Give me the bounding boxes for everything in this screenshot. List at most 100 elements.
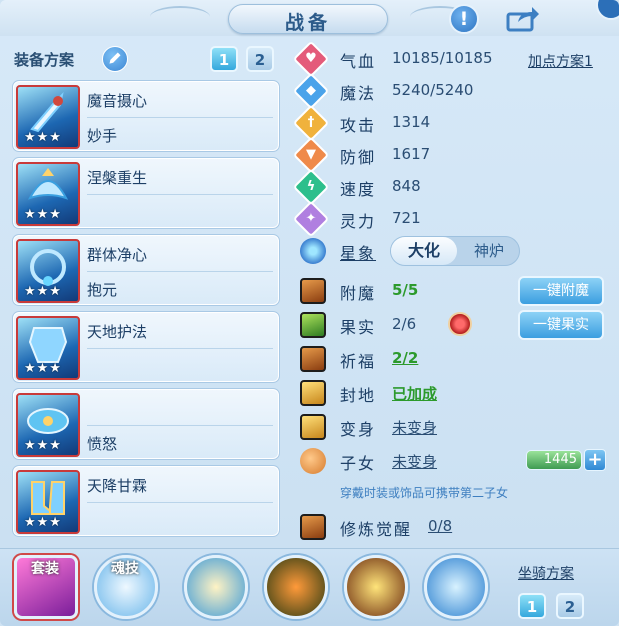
equipment-skill-name: 涅槃重生: [87, 169, 148, 187]
enchant-icon: [300, 278, 326, 304]
stat-value: 1617: [392, 145, 431, 163]
equipment-stars: ★★★: [24, 515, 62, 530]
xingxiang-toggle: 大化 神炉: [390, 236, 520, 266]
equipment-weapon-icon: ★★★: [16, 85, 80, 149]
heart-icon: ♥: [292, 40, 330, 78]
equipment-necklace-icon: ★★★: [16, 239, 80, 303]
info-icon[interactable]: !: [449, 4, 479, 34]
zinv-row: 子女 未变身 1445 +: [296, 446, 616, 476]
equipment-plan-2-button[interactable]: 2: [246, 46, 274, 72]
fruit-alert-icon[interactable]: [448, 312, 472, 336]
stat-value: 721: [392, 209, 421, 227]
sword-icon: †: [292, 104, 330, 142]
stat-name: 魔法: [340, 84, 377, 103]
qifu-row: 祈福 2/2: [296, 344, 616, 374]
equipment-helmet-icon: ★★★: [16, 162, 80, 226]
equipment-stars: ★★★: [24, 361, 62, 376]
bianshen-label: 变身: [340, 420, 377, 439]
equipment-list: ★★★ 魔音摄心 妙手 ★★★ 涅槃重生 ★★★ 群体净心 抱元 ★★★ 天地护…: [12, 80, 280, 542]
bianshen-value[interactable]: 未变身: [392, 417, 437, 438]
second-child-tip: 穿戴时装或饰品可携带第二子女: [340, 486, 509, 500]
equipment-stars: ★★★: [24, 207, 62, 222]
equipment-plan-1-button[interactable]: 1: [210, 46, 238, 72]
xiulian-value[interactable]: 0/8: [428, 517, 452, 535]
blessing-icon: [300, 346, 326, 372]
equipment-slot[interactable]: ★★★ 魔音摄心 妙手: [12, 80, 280, 152]
fumo-value: 5/5: [392, 281, 419, 299]
equipment-slot[interactable]: ★★★ 涅槃重生: [12, 157, 280, 229]
one-click-fruit-button[interactable]: 一键果实: [518, 310, 604, 340]
edit-pencil-icon[interactable]: [102, 46, 128, 72]
mount-plan-1-button[interactable]: 1: [518, 593, 546, 619]
qifu-value[interactable]: 2/2: [392, 349, 418, 367]
sparkle-icon: ✦: [292, 200, 330, 238]
stat-value: 10185/10185: [392, 49, 493, 67]
equipment-slot[interactable]: ★★★ 群体净心 抱元: [12, 234, 280, 306]
equipment-skill-name: 天地护法: [87, 323, 148, 341]
stat-name: 速度: [340, 180, 377, 199]
divider: [87, 194, 273, 195]
xingxiang-label[interactable]: 星象: [340, 240, 376, 264]
fumo-row: 附魔 5/5 一键附魔: [296, 276, 616, 306]
fengdi-value[interactable]: 已加成: [392, 383, 437, 404]
equipment-skill-name: 群体净心: [87, 246, 148, 264]
equipment-slot[interactable]: ★★★ 天地护法: [12, 311, 280, 383]
divider: [87, 271, 273, 272]
equipment-armor-icon: ★★★: [16, 316, 80, 380]
fengdi-label: 封地: [340, 386, 377, 405]
stat-row-spirit: ✦ 灵力 721: [292, 200, 616, 238]
soul-skill-label: 魂技: [111, 561, 139, 577]
suit-button[interactable]: 套装: [14, 555, 78, 619]
lightning-icon: ϟ: [292, 168, 330, 206]
bottom-bar: 套装 魂技 坐骑方案 1 2: [0, 548, 619, 626]
zinv-value[interactable]: 未变身: [392, 451, 437, 472]
divider: [87, 502, 273, 503]
equipment-skill-sub: 抱元: [87, 281, 118, 299]
equipment-slot[interactable]: ★★★ 愤怒: [12, 388, 280, 460]
suit-label: 套装: [31, 561, 59, 577]
equipment-skill-name: 魔音摄心: [87, 92, 148, 110]
guoshi-value: 2/6: [392, 315, 417, 333]
soul-skill-button[interactable]: 魂技: [94, 555, 158, 619]
close-icon[interactable]: [596, 0, 619, 20]
fumo-label: 附魔: [340, 284, 377, 303]
stat-row-attack: † 攻击 1314: [292, 104, 616, 142]
divider: [87, 348, 273, 349]
xingxiang-option-dahua[interactable]: 大化: [391, 237, 457, 265]
fief-icon: [300, 380, 326, 406]
stat-name: 防御: [340, 148, 377, 167]
xingxiang-row: 星象 大化 神炉: [296, 236, 616, 266]
title-decoration-left: [150, 6, 210, 28]
equipment-skill-name: 天降甘霖: [87, 477, 148, 495]
add-point-plan-link[interactable]: 加点方案1: [528, 51, 593, 71]
bianshen-row: 变身 未变身: [296, 412, 616, 442]
mount-plan-2-button[interactable]: 2: [556, 593, 584, 619]
mount-skill-2-icon[interactable]: [264, 555, 328, 619]
equipment-stars: ★★★: [24, 284, 62, 299]
stat-name: 灵力: [340, 212, 377, 231]
title-bar: 战备 !: [0, 0, 619, 36]
mount-plan-label[interactable]: 坐骑方案: [518, 563, 574, 583]
qifu-label: 祈福: [340, 352, 377, 371]
equipment-plan-header: 装备方案 1 2: [14, 46, 284, 72]
cultivation-icon: [300, 514, 326, 540]
equipment-stars: ★★★: [24, 438, 62, 453]
guoshi-row: 果实 2/6 一键果实: [296, 310, 616, 340]
mount-skill-3-icon[interactable]: [344, 555, 408, 619]
mount-skill-1-icon[interactable]: [184, 555, 248, 619]
equipment-slot[interactable]: ★★★ 天降甘霖: [12, 465, 280, 537]
child-exp-bar: 1445: [526, 450, 582, 470]
add-child-button[interactable]: +: [584, 449, 606, 471]
zinv-label: 子女: [340, 454, 377, 473]
window-title: 战备: [284, 12, 331, 34]
one-click-enchant-button[interactable]: 一键附魔: [518, 276, 604, 306]
share-icon[interactable]: [506, 6, 540, 32]
child-icon: [300, 448, 326, 474]
xingxiang-option-shenlu[interactable]: 神炉: [459, 237, 519, 265]
equipment-stars: ★★★: [24, 130, 62, 145]
transform-icon: [300, 414, 326, 440]
fengdi-row: 封地 已加成: [296, 378, 616, 408]
mount-skill-4-icon[interactable]: [424, 555, 488, 619]
battle-prep-panel: 战备 ! 装备方案 1 2 ★★★ 魔音摄心 妙手 ★★★ 涅槃重生 ★★★ 群…: [0, 0, 619, 626]
equipment-boots-icon: ★★★: [16, 470, 80, 534]
